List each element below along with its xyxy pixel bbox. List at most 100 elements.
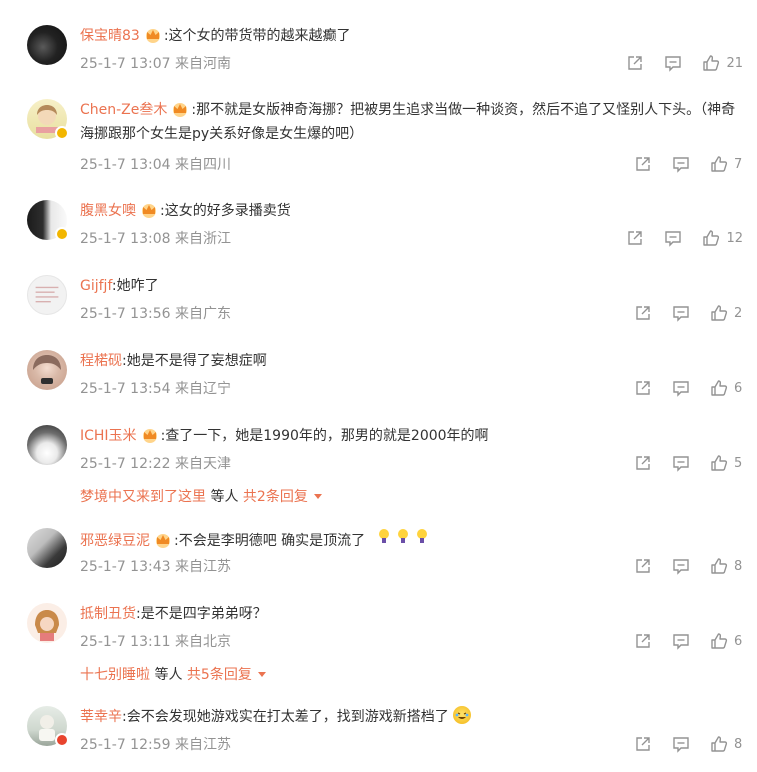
- comment-body: 程楉砚:她是不是得了妄想症啊: [80, 349, 745, 373]
- comment-location: 来自浙江: [174, 231, 231, 247]
- comment-time: 25-1-7 12:22: [80, 456, 171, 472]
- comment-meta: 25-1-7 13:08 来自浙江: [80, 228, 231, 248]
- comment-meta: 25-1-7 13:43 来自江苏: [80, 556, 231, 576]
- comment-button[interactable]: [664, 229, 682, 247]
- like-count: 12: [726, 230, 743, 246]
- verified-badge-icon: [55, 227, 69, 241]
- avatar[interactable]: [27, 275, 67, 315]
- reply-count-link[interactable]: 共5条回复: [187, 667, 252, 683]
- reply-summary[interactable]: 梦境中又来到了这里 等人 共2条回复: [80, 486, 322, 506]
- share-icon: [636, 737, 650, 751]
- avatar[interactable]: [27, 528, 67, 568]
- comment-time: 25-1-7 13:04: [80, 157, 171, 173]
- comment-location: 来自江苏: [174, 559, 231, 575]
- reply-user-name[interactable]: 十七别睡啦: [80, 667, 150, 683]
- user-name[interactable]: 保宝晴83: [80, 28, 140, 44]
- caret-down-icon[interactable]: [257, 672, 266, 677]
- user-name[interactable]: Gijfjf: [80, 278, 112, 294]
- comment-button[interactable]: [672, 557, 690, 575]
- comment-icon: [673, 634, 689, 650]
- crown-badge-icon: [140, 202, 158, 218]
- user-name[interactable]: ICHI玉米: [80, 428, 137, 444]
- share-button[interactable]: [626, 229, 644, 247]
- comment-body: 莘幸辛:会不会发现她游戏实在打太差了，找到游戏新搭档了: [80, 705, 745, 729]
- comment-time: 25-1-7 13:54: [80, 381, 171, 397]
- comment-icon: [665, 56, 682, 72]
- comment-icon: [673, 157, 689, 173]
- comment-body: Chen-Ze叁木:那不就是女版神奇海挪？把被男生追求当做一种谈资，然后不追了又…: [80, 98, 745, 146]
- verified-badge-icon: [55, 126, 69, 140]
- comment-text: :不会是李明德吧 确实是顶流了: [174, 533, 366, 549]
- comment-button[interactable]: [672, 304, 690, 322]
- like-button[interactable]: 5: [710, 454, 743, 472]
- share-button[interactable]: [634, 632, 652, 650]
- crown-badge-icon: [141, 427, 159, 443]
- like-button[interactable]: 8: [710, 735, 743, 753]
- like-button[interactable]: 7: [710, 155, 743, 173]
- comment-body: 保宝晴83:这个女的带货带的越来越癫了: [80, 24, 745, 48]
- comment-actions: 2: [614, 303, 743, 323]
- user-name[interactable]: 腹黑女噢: [80, 203, 136, 219]
- comment-actions: 8: [614, 556, 743, 576]
- avatar[interactable]: [27, 425, 67, 465]
- comment-icon: [673, 381, 689, 397]
- user-name[interactable]: Chen-Ze叁木: [80, 102, 167, 118]
- reply-count-link[interactable]: 共2条回复: [243, 489, 308, 505]
- user-name[interactable]: 莘幸辛: [80, 709, 122, 725]
- comment-body: Gijfjf:她咋了: [80, 274, 745, 298]
- comment-meta: 25-1-7 13:11 来自北京: [80, 631, 231, 651]
- like-count: 6: [734, 380, 743, 396]
- crown-badge-icon: [154, 532, 172, 548]
- comment-button[interactable]: [672, 735, 690, 753]
- comment-button[interactable]: [664, 54, 682, 72]
- user-name[interactable]: 邪恶绿豆泥: [80, 533, 150, 549]
- share-button[interactable]: [634, 454, 652, 472]
- avatar[interactable]: [27, 603, 67, 643]
- comment-actions: 8: [614, 734, 743, 754]
- comment-body: ICHI玉米 :查了一下，她是1990年的，那男的就是2000年的啊: [80, 424, 745, 448]
- comment-button[interactable]: [672, 379, 690, 397]
- comment-button[interactable]: [672, 454, 690, 472]
- avatar[interactable]: [27, 350, 67, 390]
- comment-button[interactable]: [672, 155, 690, 173]
- comment-button[interactable]: [672, 632, 690, 650]
- comment-location: 来自广东: [174, 306, 231, 322]
- like-button[interactable]: 21: [702, 54, 743, 72]
- like-button[interactable]: 6: [710, 632, 743, 650]
- thumbs-up-icon: [711, 156, 728, 172]
- comment-icon: [673, 737, 689, 753]
- share-icon: [636, 306, 650, 320]
- share-button[interactable]: [634, 557, 652, 575]
- comment-text: :查了一下，她是1990年的，那男的就是2000年的啊: [160, 428, 489, 444]
- thumbs-up-icon: [711, 558, 728, 574]
- like-button[interactable]: 6: [710, 379, 743, 397]
- like-button[interactable]: 2: [710, 304, 743, 322]
- share-button[interactable]: [634, 379, 652, 397]
- lightbulb-emoji-icon: [376, 529, 430, 549]
- share-button[interactable]: [634, 304, 652, 322]
- comment-text: :会不会发现她游戏实在打太差了，找到游戏新搭档了: [122, 709, 449, 725]
- user-name[interactable]: 程楉砚: [80, 353, 122, 369]
- comment-time: 25-1-7 13:56: [80, 306, 171, 322]
- like-count: 8: [734, 558, 743, 574]
- caret-down-icon[interactable]: [313, 494, 322, 499]
- thumbs-up-icon: [703, 230, 720, 246]
- comment-location: 来自四川: [174, 157, 231, 173]
- comment-icon: [673, 456, 689, 472]
- share-button[interactable]: [634, 155, 652, 173]
- reply-user-name[interactable]: 梦境中又来到了这里: [80, 489, 206, 505]
- reply-mid-text: 等人: [154, 667, 183, 683]
- like-button[interactable]: 12: [702, 229, 743, 247]
- comment-text: :她是不是得了妄想症啊: [122, 353, 267, 369]
- comment-location: 来自辽宁: [174, 381, 231, 397]
- comment-icon: [673, 559, 689, 575]
- share-button[interactable]: [634, 735, 652, 753]
- comment-actions: 21: [606, 53, 743, 73]
- user-name[interactable]: 抵制丑货: [80, 606, 136, 622]
- reply-summary[interactable]: 十七别睡啦 等人 共5条回复: [80, 664, 266, 684]
- share-button[interactable]: [626, 54, 644, 72]
- share-icon: [636, 559, 650, 573]
- avatar[interactable]: [27, 25, 67, 65]
- like-button[interactable]: 8: [710, 557, 743, 575]
- comment-body: 抵制丑货:是不是四字弟弟呀？: [80, 602, 745, 626]
